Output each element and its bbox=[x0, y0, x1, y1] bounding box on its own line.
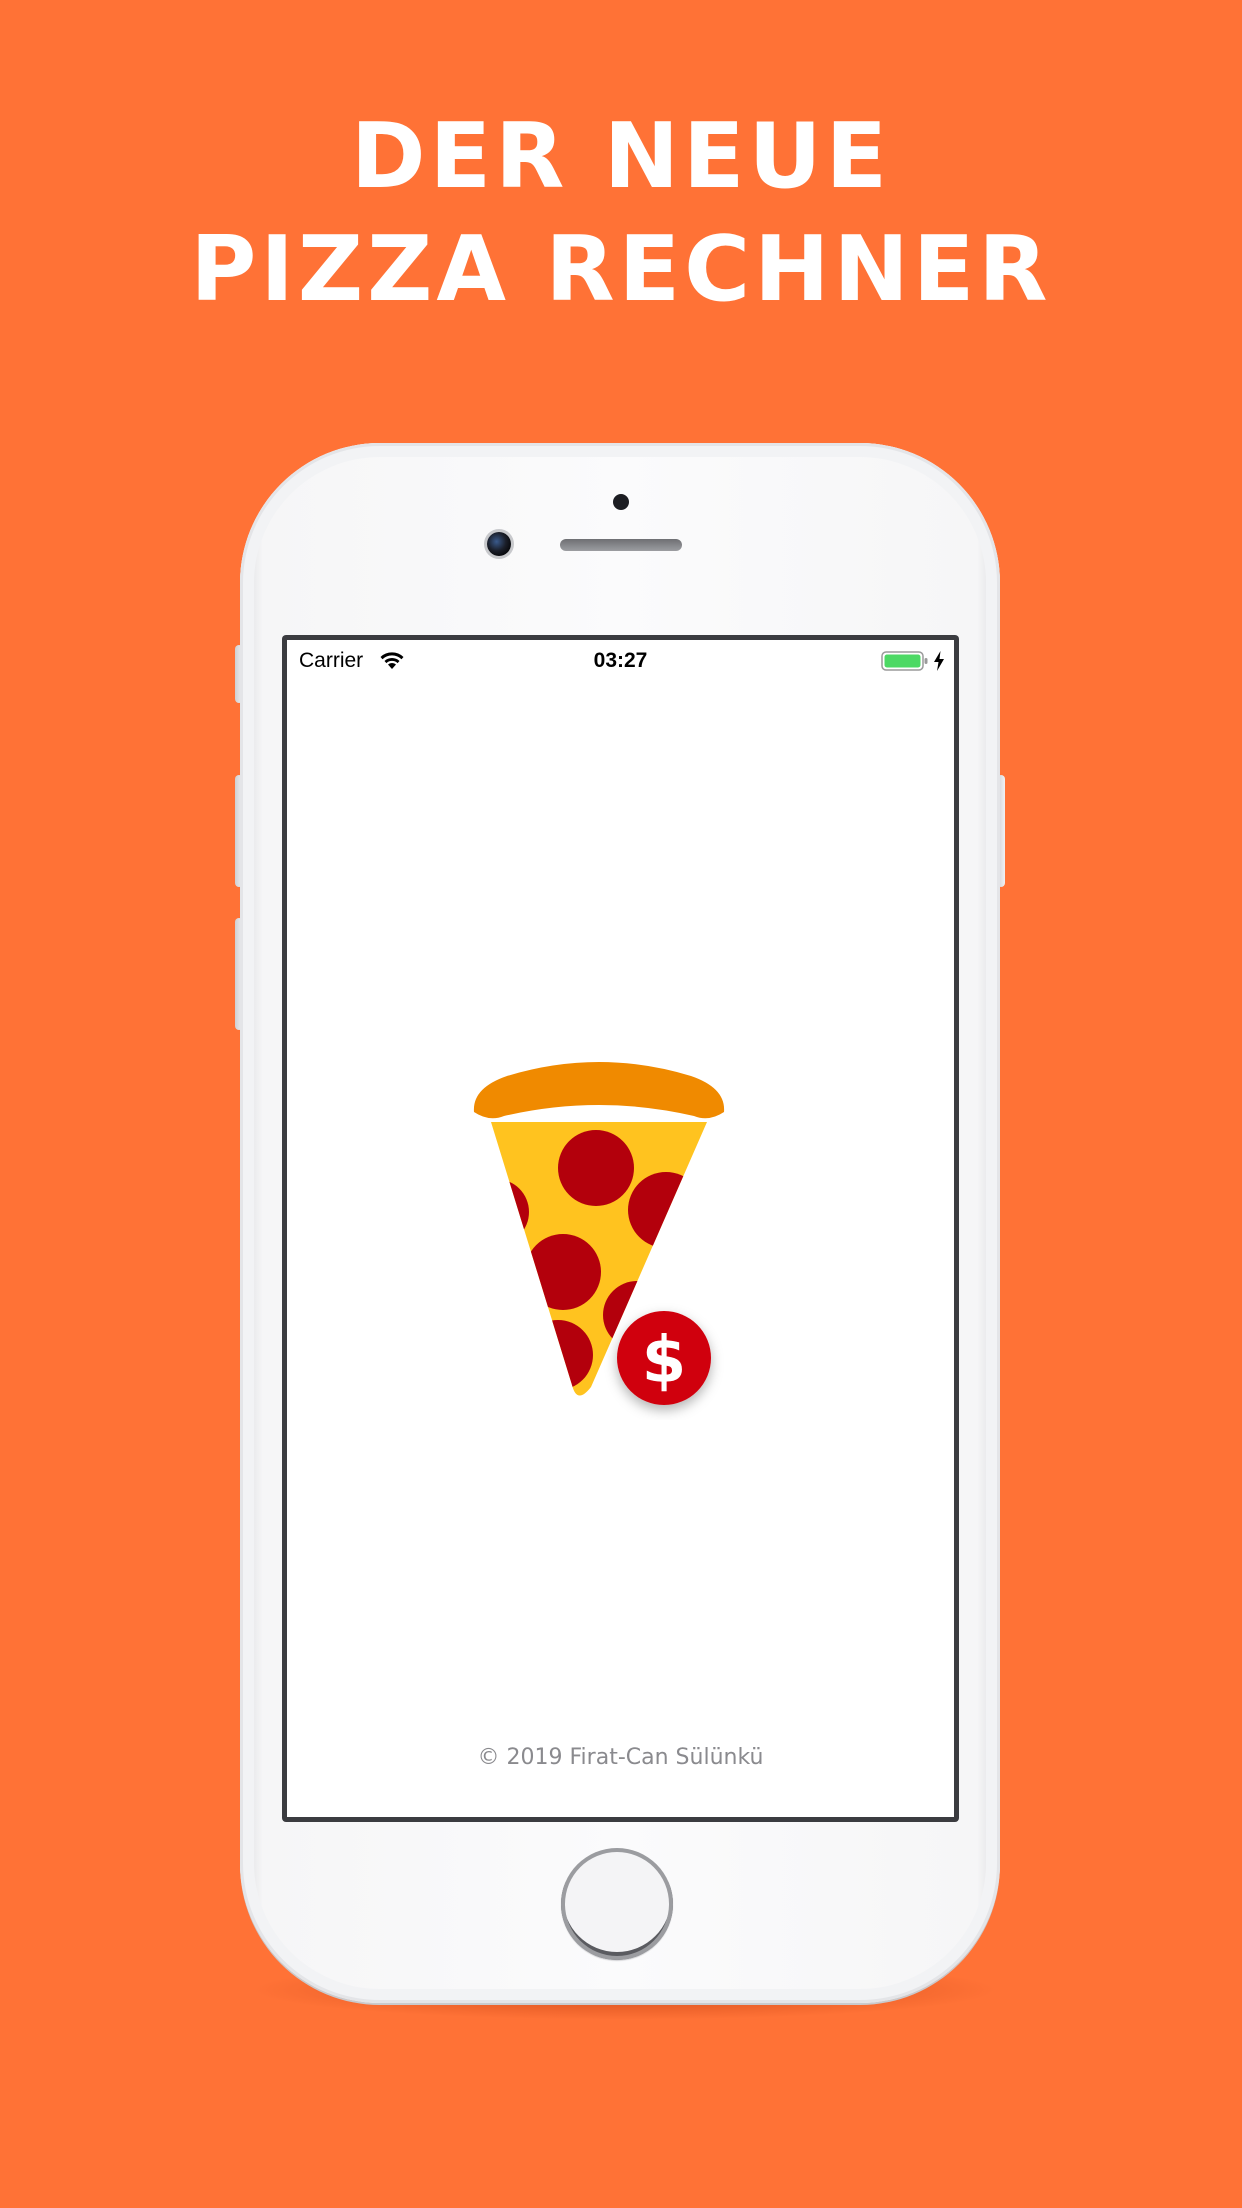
pepperoni bbox=[525, 1234, 601, 1310]
home-button[interactable] bbox=[561, 1848, 673, 1960]
pizza-crust bbox=[473, 1062, 725, 1119]
pepperoni bbox=[523, 1320, 593, 1390]
status-time: 03:27 bbox=[593, 649, 648, 672]
headline: DER NEUE PIZZA RECHNER bbox=[0, 100, 1242, 326]
app-screen: Carrier 03:27 $ © 2019 Firat-Can Sülünkü bbox=[287, 640, 954, 1817]
proximity-sensor bbox=[613, 494, 629, 510]
pepperoni bbox=[628, 1172, 704, 1248]
copyright-text: © 2019 Firat-Can Sülünkü bbox=[477, 1745, 764, 1770]
status-bar: Carrier 03:27 bbox=[287, 640, 954, 680]
battery-icon bbox=[881, 651, 928, 671]
pepperoni bbox=[558, 1130, 634, 1206]
headline-line-1: DER NEUE bbox=[350, 104, 892, 209]
front-camera-icon bbox=[487, 532, 511, 556]
charging-bolt-icon bbox=[934, 651, 944, 671]
pizza-slice-dollar-icon: $ bbox=[473, 1062, 725, 1405]
dollar-sign: $ bbox=[642, 1324, 687, 1398]
earpiece-speaker bbox=[560, 539, 682, 551]
headline-line-2: PIZZA RECHNER bbox=[190, 217, 1052, 322]
